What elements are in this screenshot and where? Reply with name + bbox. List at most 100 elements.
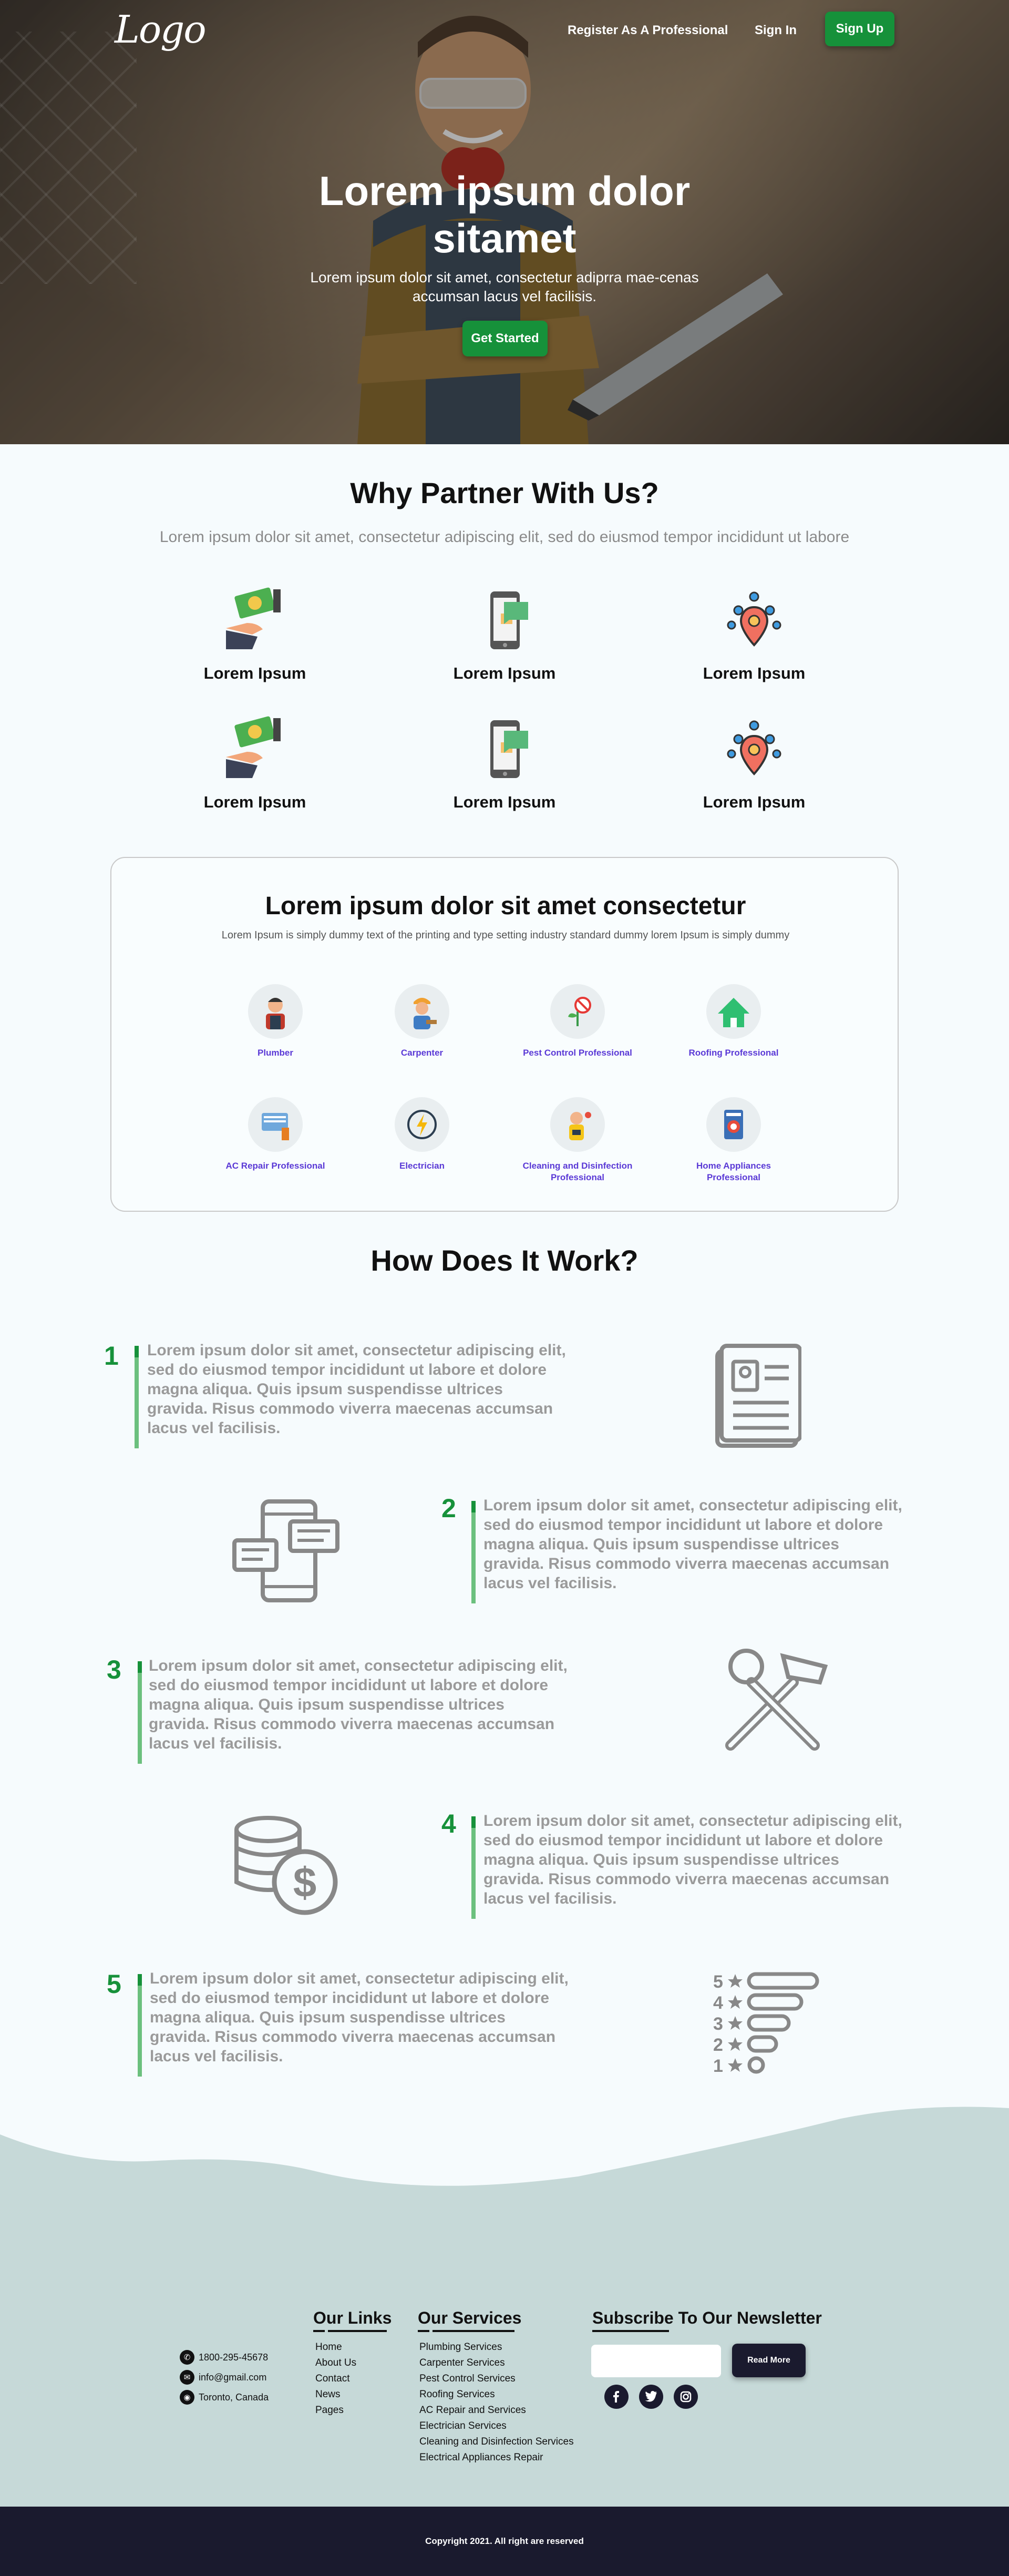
step-bar	[135, 1346, 139, 1448]
footer-link-contact[interactable]: Contact	[315, 2371, 356, 2387]
phone-message-icon	[490, 720, 528, 778]
service-label: AC Repair Professional	[225, 1161, 325, 1171]
service-item-cleaning[interactable]: Cleaning and Disinfection Professional	[514, 1097, 641, 1183]
signup-button[interactable]: Sign Up	[825, 12, 894, 46]
svg-text:4: 4	[713, 1993, 723, 2013]
step-number: 4	[441, 1809, 456, 1838]
read-more-button[interactable]: Read More	[732, 2344, 806, 2377]
services-card-title: Lorem ipsum dolor sit amet consectetur	[265, 892, 746, 920]
svg-text:1: 1	[713, 2056, 723, 2076]
service-item-home-appliances[interactable]: Home Appliances Professional	[671, 1097, 797, 1183]
footer-service-link[interactable]: Pest Control Services	[419, 2371, 574, 2387]
service-label: Home Appliances Professional	[696, 1161, 771, 1182]
how-it-works-title: How Does It Work?	[370, 1244, 639, 1277]
rating-stars-icon: 54321	[713, 1972, 819, 2076]
twitter-icon[interactable]	[639, 2385, 663, 2409]
footer-link-home[interactable]: Home	[315, 2339, 356, 2355]
register-professional-link[interactable]: Register As A Professional	[568, 23, 728, 38]
instagram-icon[interactable]	[674, 2385, 698, 2409]
footer-service-link[interactable]: Cleaning and Disinfection Services	[419, 2434, 574, 2450]
site-logo[interactable]: Logo	[115, 7, 207, 52]
contact-location-text: Toronto, Canada	[199, 2391, 269, 2403]
service-item-pest-control[interactable]: Pest Control Professional	[514, 984, 641, 1059]
step-bar	[471, 1816, 476, 1919]
footer-link-news[interactable]: News	[315, 2387, 356, 2403]
footer-service-link[interactable]: Electrical Appliances Repair	[419, 2450, 574, 2466]
contact-phone: ✆ 1800-295-45678	[180, 2350, 268, 2365]
hero-subtitle: Lorem ipsum dolor sit amet, consectetur …	[310, 269, 699, 304]
footer-service-link[interactable]: Plumbing Services	[419, 2339, 574, 2355]
email-icon: ✉	[180, 2370, 194, 2385]
feature-label: Lorem Ipsum	[453, 664, 556, 682]
footer-service-link[interactable]: Carpenter Services	[419, 2355, 574, 2371]
feature-item: Lorem Ipsum	[410, 715, 599, 812]
feature-label: Lorem Ipsum	[703, 664, 806, 682]
our-services-heading: Our Services	[418, 2308, 522, 2327]
step-number: 5	[107, 1969, 121, 1999]
feature-item: Lorem Ipsum	[660, 715, 849, 812]
heading-underline	[418, 2330, 429, 2332]
our-services-list: Plumbing Services Carpenter Services Pes…	[419, 2339, 574, 2466]
why-partner-subtitle: Lorem ipsum dolor sit amet, consectetur …	[159, 528, 850, 546]
step-text: Lorem ipsum dolor sit amet, consectetur …	[483, 1812, 902, 1907]
copyright-text: Copyright 2021. All right are reserved	[425, 2536, 584, 2546]
service-item-roofing[interactable]: Roofing Professional	[671, 984, 797, 1059]
feature-item: Lorem Ipsum	[160, 586, 349, 683]
step-number: 2	[441, 1494, 456, 1523]
top-navbar: Logo Register As A Professional Sign In …	[0, 0, 1009, 58]
signin-link[interactable]: Sign In	[755, 23, 797, 38]
step-text: Lorem ipsum dolor sit amet, consectetur …	[483, 1497, 902, 1592]
newsletter-heading: Subscribe To Our Newsletter	[592, 2308, 822, 2327]
service-label: Electrician	[399, 1161, 445, 1171]
coins-dollar-icon: $	[234, 1816, 338, 1915]
newsletter-email-input[interactable]	[591, 2345, 721, 2377]
svg-text:3: 3	[713, 2014, 723, 2034]
money-hand-icon	[226, 716, 281, 778]
why-partner-title: Why Partner With Us?	[350, 476, 659, 509]
phone-chat-icon	[232, 1499, 339, 1602]
get-started-button[interactable]: Get Started	[462, 321, 548, 356]
feature-label: Lorem Ipsum	[203, 793, 306, 811]
service-item-electrician[interactable]: Electrician	[359, 1097, 485, 1172]
step-text: Lorem ipsum dolor sit amet, consectetur …	[147, 1342, 566, 1437]
feature-item: Lorem Ipsum	[660, 586, 849, 683]
service-item-plumber[interactable]: Plumber	[212, 984, 338, 1059]
service-label: Plumber	[257, 1048, 294, 1058]
service-label: Cleaning and Disinfection Professional	[522, 1161, 633, 1182]
service-label: Roofing Professional	[688, 1048, 779, 1058]
wrench-hammer-icon	[725, 1649, 828, 1751]
location-pin-icon	[727, 591, 781, 647]
electrician-icon	[407, 1110, 437, 1139]
copyright-bar: Copyright 2021. All right are reserved	[0, 2507, 1009, 2576]
service-item-ac-repair[interactable]: AC Repair Professional	[212, 1097, 338, 1172]
hero-section: Logo Register As A Professional Sign In …	[0, 0, 1009, 444]
hero-title: Lorem ipsum dolor sitamet	[318, 168, 691, 261]
our-links-list: Home About Us Contact News Pages	[315, 2339, 356, 2418]
svg-text:$: $	[293, 1859, 317, 1906]
contact-location: ◉ Toronto, Canada	[180, 2390, 269, 2405]
footer-link-about[interactable]: About Us	[315, 2355, 356, 2371]
pest-control-icon	[568, 997, 591, 1026]
footer-service-link[interactable]: Electrician Services	[419, 2418, 574, 2434]
service-item-carpenter[interactable]: Carpenter	[359, 984, 485, 1059]
footer-service-link[interactable]: Roofing Services	[419, 2387, 574, 2403]
step-bar	[471, 1501, 476, 1603]
cleaning-icon	[569, 1112, 591, 1140]
service-label: Pest Control Professional	[523, 1048, 632, 1058]
heading-underline	[328, 2330, 387, 2332]
contact-email-text[interactable]: info@gmail.com	[199, 2372, 266, 2383]
carpenter-icon	[414, 998, 437, 1029]
svg-text:5: 5	[713, 1972, 723, 1992]
ac-repair-icon	[262, 1113, 289, 1140]
facebook-icon[interactable]	[604, 2385, 629, 2409]
contact-email: ✉ info@gmail.com	[180, 2370, 266, 2385]
services-card-description: Lorem Ipsum is simply dummy text of the …	[221, 929, 790, 941]
service-label: Carpenter	[400, 1048, 444, 1058]
footer-service-link[interactable]: AC Repair and Services	[419, 2403, 574, 2418]
phone-message-icon	[490, 591, 528, 649]
plumber-icon	[266, 998, 285, 1029]
feature-item: Lorem Ipsum	[410, 586, 599, 683]
footer-link-pages[interactable]: Pages	[315, 2403, 356, 2418]
document-profile-icon	[715, 1344, 801, 1448]
feature-item: Lorem Ipsum	[160, 715, 349, 812]
